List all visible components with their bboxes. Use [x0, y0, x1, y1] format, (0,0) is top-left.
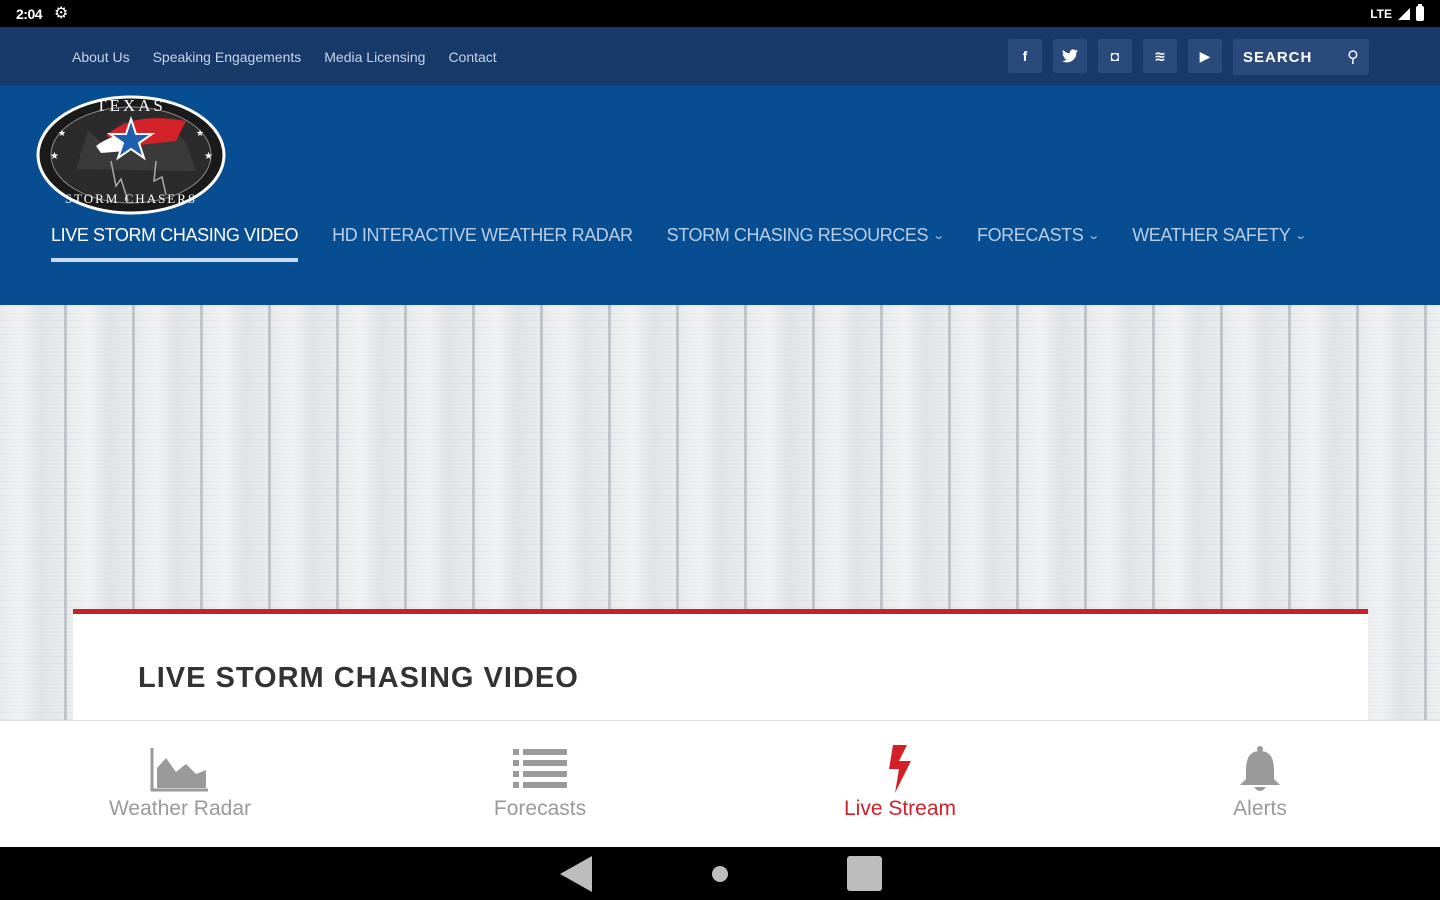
lightning-icon — [870, 745, 930, 793]
bottom-tab-bar: Weather Radar Forecasts Live Stream Aler… — [0, 720, 1440, 847]
search-input[interactable] — [1243, 48, 1333, 66]
nav-weather-safety[interactable]: WEATHER SAFETY ⌄ — [1132, 225, 1308, 246]
list-icon — [510, 745, 570, 793]
content-card: LIVE STORM CHASING VIDEO — [73, 609, 1368, 720]
svg-text:★: ★ — [196, 128, 204, 138]
link-contact[interactable]: Contact — [448, 49, 496, 65]
twitter-icon[interactable] — [1053, 39, 1087, 73]
logo-bottom-text: STORM CHASERS — [65, 191, 197, 206]
battery-icon — [1416, 4, 1424, 21]
settings-gear-icon: ⚙ — [54, 4, 69, 22]
tab-weather-radar[interactable]: Weather Radar — [0, 721, 360, 847]
main-header: TEXAS STORM CHASERS ★ ★ ★ ★ LIVE STORM C… — [0, 86, 1440, 305]
bell-icon — [1230, 745, 1290, 793]
chevron-down-icon: ⌄ — [932, 230, 945, 242]
search-icon[interactable]: ⚲ — [1347, 47, 1359, 67]
nav-label: LIVE STORM CHASING VIDEO — [51, 225, 299, 245]
main-nav: LIVE STORM CHASING VIDEO HD INTERACTIVE … — [51, 225, 1339, 262]
svg-text:★: ★ — [58, 128, 66, 138]
back-icon[interactable] — [560, 856, 592, 892]
nav-label: WEATHER SAFETY — [1132, 225, 1291, 245]
network-label: LTE — [1370, 6, 1392, 21]
nav-label: HD INTERACTIVE WEATHER RADAR — [332, 225, 633, 245]
svg-text:★: ★ — [204, 151, 213, 162]
facebook-icon[interactable]: f — [1008, 39, 1042, 73]
link-about-us[interactable]: About Us — [72, 49, 130, 65]
page-title: LIVE STORM CHASING VIDEO — [138, 662, 579, 694]
nav-forecasts[interactable]: FORECASTS ⌄ — [976, 225, 1101, 246]
area-chart-icon — [150, 745, 210, 793]
tab-label: Forecasts — [493, 797, 587, 820]
tab-forecasts[interactable]: Forecasts — [360, 721, 720, 847]
rss-icon[interactable]: ≋ — [1143, 39, 1177, 73]
home-icon[interactable] — [712, 866, 728, 882]
link-media-licensing[interactable]: Media Licensing — [324, 49, 425, 65]
nav-label: FORECASTS — [976, 225, 1084, 245]
nav-label: STORM CHASING RESOURCES — [666, 225, 929, 245]
nav-storm-chasing-resources[interactable]: STORM CHASING RESOURCES ⌄ — [666, 225, 946, 246]
status-time: 2:04 — [16, 5, 43, 22]
recent-apps-icon[interactable] — [847, 856, 882, 891]
texas-storm-chasers-logo[interactable]: TEXAS STORM CHASERS ★ ★ ★ ★ — [36, 91, 226, 216]
nav-hd-interactive-weather-radar[interactable]: HD INTERACTIVE WEATHER RADAR — [332, 225, 633, 246]
tab-label: Live Stream — [843, 797, 957, 820]
youtube-icon[interactable]: ▶ — [1188, 39, 1222, 73]
status-bar: 2:04 ⚙ LTE — [0, 0, 1440, 27]
chevron-down-icon: ⌄ — [1087, 230, 1101, 242]
tab-label: Alerts — [1233, 797, 1287, 820]
instagram-icon[interactable]: ◘ — [1098, 39, 1132, 73]
utility-links: About Us Speaking Engagements Media Lice… — [72, 49, 497, 65]
status-indicators: LTE — [1370, 4, 1424, 21]
signal-icon — [1398, 7, 1410, 20]
system-nav-bar — [0, 847, 1440, 900]
active-underline — [51, 258, 299, 262]
nav-live-storm-chasing-video[interactable]: LIVE STORM CHASING VIDEO — [51, 225, 299, 262]
tab-live-stream[interactable]: Live Stream — [720, 721, 1080, 847]
link-speaking-engagements[interactable]: Speaking Engagements — [153, 49, 302, 65]
hero-wood-background: LIVE STORM CHASING VIDEO — [0, 305, 1440, 720]
svg-text:★: ★ — [50, 151, 59, 162]
social-links: f ◘ ≋ ▶ — [1008, 39, 1222, 73]
logo-top-text: TEXAS — [96, 96, 166, 115]
tab-label: Weather Radar — [108, 797, 252, 820]
chevron-down-icon: ⌄ — [1294, 230, 1308, 242]
search-box: ⚲ — [1233, 39, 1369, 75]
tab-alerts[interactable]: Alerts — [1080, 721, 1440, 847]
utility-bar: About Us Speaking Engagements Media Lice… — [0, 27, 1440, 86]
